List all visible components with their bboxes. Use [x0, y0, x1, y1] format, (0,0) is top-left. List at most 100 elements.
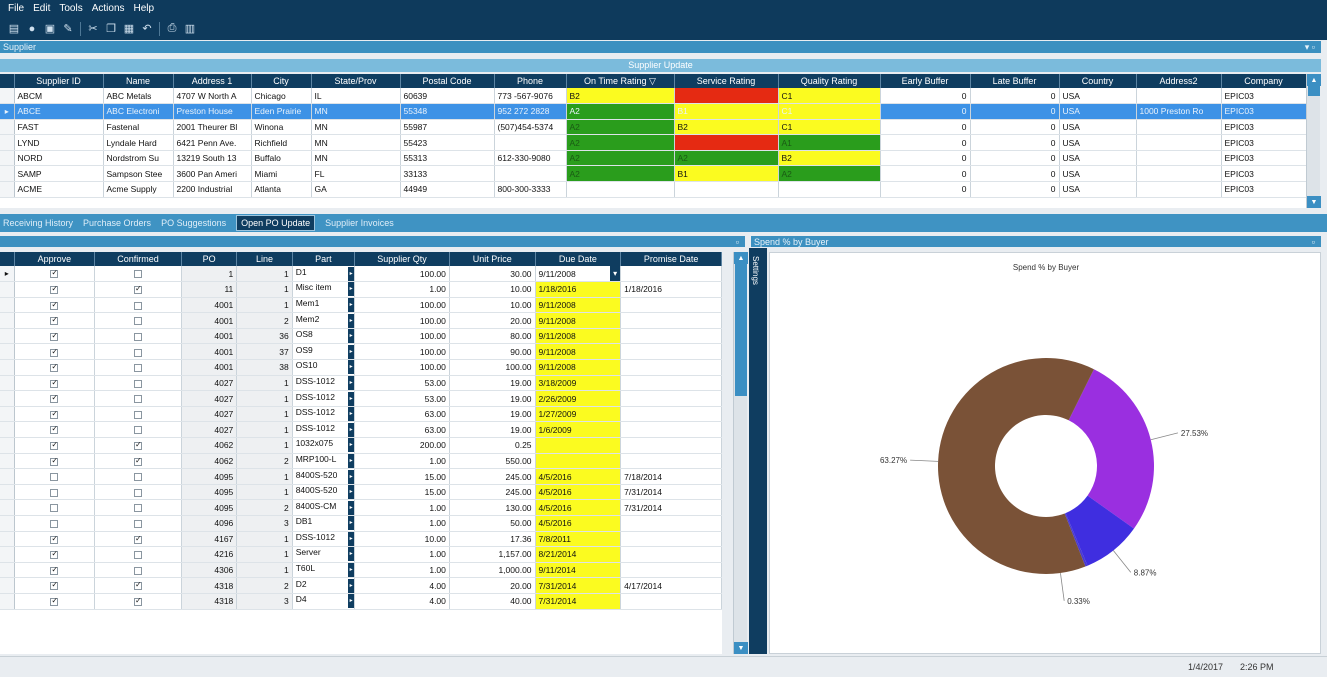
- approve-checkbox[interactable]: [50, 315, 59, 326]
- table-cell[interactable]: 0: [880, 119, 971, 136]
- row-selector[interactable]: [0, 468, 15, 485]
- promise-date-cell[interactable]: [620, 375, 722, 392]
- part-lookup-icon[interactable]: ▸: [348, 391, 354, 406]
- table-cell[interactable]: [778, 181, 881, 198]
- line-cell[interactable]: 1: [236, 484, 293, 501]
- table-cell[interactable]: USA: [1059, 103, 1137, 120]
- table-cell[interactable]: Acme Supply: [103, 181, 174, 198]
- approve-checkbox[interactable]: [50, 440, 59, 451]
- due-date-cell[interactable]: [535, 453, 622, 470]
- supplier-qty-cell[interactable]: 1.00: [354, 499, 450, 516]
- scroll-up-icon[interactable]: ▲: [734, 252, 748, 264]
- line-cell[interactable]: 2: [236, 312, 293, 329]
- table-cell[interactable]: ABC Electroni: [103, 103, 174, 120]
- unit-price-cell[interactable]: 10.00: [449, 297, 536, 314]
- table-cell[interactable]: C1: [778, 88, 881, 105]
- part-text[interactable]: MRP100-L: [296, 454, 337, 464]
- table-cell[interactable]: 773 -567-9076: [494, 88, 567, 105]
- column-header[interactable]: Phone: [494, 74, 567, 88]
- confirmed-cell[interactable]: [94, 375, 182, 392]
- confirmed-checkbox[interactable]: [134, 317, 143, 326]
- line-cell[interactable]: 1: [236, 468, 293, 485]
- table-cell[interactable]: 60639: [400, 88, 495, 105]
- part-cell[interactable]: 8400S-520 ▸: [292, 468, 356, 485]
- table-cell[interactable]: 55423: [400, 134, 495, 151]
- due-date-cell[interactable]: 4/5/2016: [535, 515, 622, 532]
- part-text[interactable]: 8400S-520: [296, 485, 338, 495]
- scroll-down-icon[interactable]: ▼: [734, 642, 748, 654]
- table-cell[interactable]: A2: [566, 103, 675, 120]
- po-cell[interactable]: 4027: [181, 421, 238, 439]
- part-cell[interactable]: T60L ▸: [292, 562, 356, 579]
- part-text[interactable]: DSS-1012: [296, 407, 335, 417]
- save-icon[interactable]: ▤: [8, 23, 20, 35]
- column-header[interactable]: Confirmed: [94, 252, 182, 266]
- part-text[interactable]: OS10: [296, 360, 318, 370]
- table-cell[interactable]: 800-300-3333: [494, 181, 567, 198]
- supplier-qty-cell[interactable]: 63.00: [354, 406, 450, 423]
- po-cell[interactable]: 4062: [181, 437, 238, 454]
- supplier-grid-scrollbar[interactable]: ▲ ▼: [1306, 74, 1321, 208]
- confirmed-cell[interactable]: [94, 499, 182, 516]
- new-icon[interactable]: ●: [26, 23, 38, 35]
- part-cell[interactable]: Misc item ▸: [292, 281, 356, 298]
- table-cell[interactable]: LYND: [14, 134, 104, 151]
- part-text[interactable]: OS8: [296, 329, 313, 339]
- confirmed-cell[interactable]: [94, 328, 182, 345]
- table-row[interactable]: 111Misc item▸1.0010.001/18/20161/18/2016: [0, 281, 722, 298]
- table-cell[interactable]: 0: [880, 103, 971, 120]
- part-lookup-icon[interactable]: ▸: [348, 266, 354, 281]
- promise-date-cell[interactable]: 7/31/2014: [620, 484, 722, 501]
- approve-cell[interactable]: [14, 453, 96, 470]
- line-cell[interactable]: 1: [236, 297, 293, 314]
- approve-checkbox[interactable]: [50, 473, 59, 482]
- supplier-qty-cell[interactable]: 100.00: [354, 297, 450, 314]
- table-cell[interactable]: MN: [311, 134, 401, 151]
- part-cell[interactable]: Mem1 ▸: [292, 297, 356, 314]
- table-row[interactable]: ABCM ABC Metals 4707 W North A Chicago IL 606…: [0, 88, 1306, 105]
- table-cell[interactable]: NORD: [14, 150, 104, 167]
- promise-date-cell[interactable]: [620, 297, 722, 314]
- part-cell[interactable]: 8400S-520 ▸: [292, 484, 356, 501]
- supplier-qty-cell[interactable]: 100.00: [354, 328, 450, 345]
- table-row[interactable]: ACME Acme Supply 2200 Industrial Atlanta GA 4…: [0, 181, 1306, 198]
- table-cell[interactable]: [1136, 119, 1222, 136]
- confirmed-cell[interactable]: [94, 453, 182, 470]
- table-cell[interactable]: B2: [674, 119, 779, 136]
- table-cell[interactable]: Miami: [251, 165, 312, 183]
- table-cell[interactable]: 3600 Pan Ameri: [173, 165, 252, 183]
- date-dropdown-icon[interactable]: ▾: [610, 266, 620, 281]
- row-selector[interactable]: [0, 343, 15, 361]
- table-row[interactable]: LYND Lyndale Hard 6421 Penn Ave. Richfield M…: [0, 134, 1306, 151]
- part-cell[interactable]: DSS-1012 ▸: [292, 390, 356, 407]
- table-row[interactable]: 43061T60L ▸1.001,000.009/11/2014: [0, 562, 722, 579]
- row-selector[interactable]: [0, 328, 15, 345]
- table-row[interactable]: 43183D4 ▸4.0040.007/31/2014: [0, 593, 722, 610]
- part-text[interactable]: D2: [296, 579, 307, 589]
- due-date-cell[interactable]: 1/18/2016: [535, 281, 622, 298]
- approve-cell[interactable]: [14, 562, 96, 579]
- part-cell[interactable]: OS8 ▸: [292, 328, 356, 345]
- po-cell[interactable]: 1: [181, 266, 238, 283]
- table-cell[interactable]: USA: [1059, 181, 1137, 198]
- unit-price-cell[interactable]: 19.00: [449, 375, 536, 392]
- row-selector[interactable]: [0, 546, 15, 563]
- column-header[interactable]: Line: [236, 252, 293, 266]
- table-row[interactable]: 40011Mem1 ▸100.0010.009/11/2008: [0, 297, 722, 314]
- promise-date-cell[interactable]: [620, 359, 722, 376]
- part-lookup-icon[interactable]: ▸: [348, 297, 354, 312]
- due-date-cell[interactable]: 9/11/2008: [535, 328, 622, 345]
- table-row[interactable]: 40271DSS-1012 ▸63.0019.001/27/2009: [0, 406, 722, 423]
- part-lookup-icon[interactable]: ▸: [348, 469, 354, 484]
- table-cell[interactable]: Preston House: [173, 103, 252, 120]
- column-header[interactable]: Postal Code: [400, 74, 495, 88]
- part-text[interactable]: 8400S-CM: [296, 501, 337, 511]
- part-lookup-icon[interactable]: ▸: [348, 578, 354, 593]
- approve-cell[interactable]: [14, 390, 96, 407]
- confirmed-checkbox[interactable]: [134, 456, 143, 466]
- part-text[interactable]: Misc item: [296, 282, 332, 292]
- line-cell[interactable]: 1: [236, 390, 293, 407]
- table-cell[interactable]: A2: [566, 119, 675, 136]
- part-lookup-icon[interactable]: ▸: [348, 438, 354, 453]
- po-cell[interactable]: 4318: [181, 577, 238, 594]
